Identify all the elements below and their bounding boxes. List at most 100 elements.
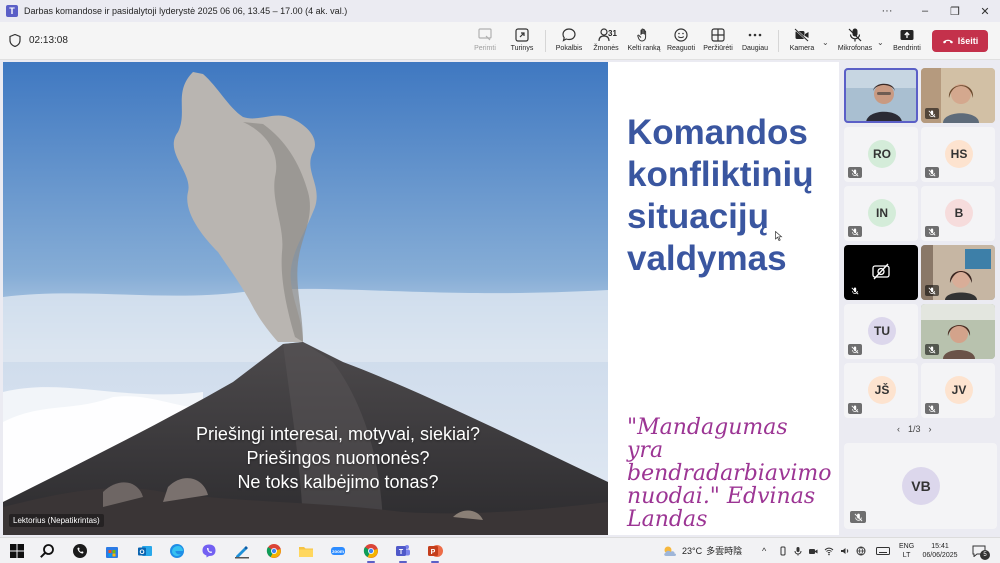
mic-muted-badge xyxy=(925,167,939,178)
taskbar-teams[interactable]: T xyxy=(394,542,412,563)
participant-tile[interactable]: JV xyxy=(921,363,995,418)
toolbar-divider xyxy=(545,30,546,52)
minimize-button[interactable]: – xyxy=(910,0,940,22)
participant-video xyxy=(844,68,918,123)
participant-avatar: RO xyxy=(868,140,896,168)
view-button[interactable]: Peržiūrėti xyxy=(702,25,734,57)
camera-options-chevron-icon[interactable]: ⌄ xyxy=(822,38,829,47)
participant-tile[interactable] xyxy=(921,68,995,123)
taskbar-chrome-1[interactable] xyxy=(265,542,283,560)
participant-tile[interactable]: TU xyxy=(844,304,918,359)
maximize-button[interactable]: ❐ xyxy=(940,0,970,22)
participant-tile[interactable]: JŠ xyxy=(844,363,918,418)
tray-camera-icon[interactable] xyxy=(808,546,818,556)
meeting-timer: 02:13:08 xyxy=(29,35,68,46)
people-label: Žmonės xyxy=(593,45,619,52)
language-code: ENG xyxy=(899,543,915,550)
tray-device-icon[interactable] xyxy=(778,546,788,556)
mic-muted-badge xyxy=(925,108,939,119)
raise-hand-label: Kelti ranką xyxy=(627,45,661,52)
window-more-button[interactable]: ··· xyxy=(872,0,902,22)
mic-muted-icon xyxy=(851,405,859,412)
share-button[interactable]: Bendrinti xyxy=(890,25,924,57)
react-label: Reaguoti xyxy=(666,45,696,52)
meeting-toolbar: 02:13:08 Perimti Turinys Pokalbis Žmonės… xyxy=(0,22,1000,60)
taskbar-search-button[interactable] xyxy=(38,542,56,560)
tray-overflow-caret-icon[interactable]: ^ xyxy=(762,546,766,556)
camera-button[interactable]: Kamera xyxy=(786,25,818,57)
taskbar-chrome-2[interactable] xyxy=(362,542,380,563)
taskbar-whatsapp[interactable] xyxy=(71,542,89,560)
slide-overlay-text: Priešingi interesai, motyvai, siekiai? P… xyxy=(123,422,553,494)
chrome-icon xyxy=(363,544,378,558)
pen-app-icon xyxy=(235,546,249,559)
taskbar-outlook[interactable]: O xyxy=(136,542,154,560)
windows-taskbar: O zoom T P 23°C 多雲時陰 ^ ENG LT 15:41 06/0… xyxy=(0,537,1000,563)
featured-participant-tile[interactable]: VB xyxy=(844,443,997,529)
participant-tile[interactable]: B xyxy=(921,186,995,241)
mic-muted-badge xyxy=(925,403,939,414)
notification-center-button[interactable]: 5 xyxy=(972,544,990,560)
overlay-line: Priešingos nuomonės? xyxy=(246,448,430,468)
tray-mic-icon[interactable] xyxy=(793,546,803,556)
mic-options-chevron-icon[interactable]: ⌄ xyxy=(877,38,884,47)
participant-tile[interactable] xyxy=(921,304,995,359)
more-button[interactable]: Daugiau xyxy=(740,25,770,57)
chat-button[interactable]: Pokalbis xyxy=(554,25,584,57)
taskbar-zoom[interactable]: zoom xyxy=(329,542,347,560)
more-label: Daugiau xyxy=(741,45,769,52)
mic-button[interactable]: Mikrofonas xyxy=(835,25,875,57)
participant-avatar: HS xyxy=(945,140,973,168)
participant-tile[interactable]: RO xyxy=(844,127,918,182)
viber-icon xyxy=(202,544,216,558)
participant-tile[interactable] xyxy=(921,245,995,300)
mic-muted-icon xyxy=(928,110,936,117)
taskbar-edge[interactable] xyxy=(168,542,186,560)
taskbar-powerpoint[interactable]: P xyxy=(426,542,444,563)
pager-prev-button[interactable]: ‹ xyxy=(897,424,900,434)
start-button[interactable] xyxy=(8,542,26,560)
react-button[interactable]: Reaguoti xyxy=(666,25,696,57)
participant-tile[interactable] xyxy=(844,68,918,123)
participant-avatar: TU xyxy=(868,317,896,345)
take-control-label: Perimti xyxy=(474,45,496,52)
taskbar-app-pen[interactable] xyxy=(233,542,251,560)
people-count: 31 xyxy=(608,29,617,38)
mouse-cursor-icon xyxy=(775,231,783,241)
content-button[interactable]: Turinys xyxy=(506,25,538,57)
tray-network-icon[interactable] xyxy=(856,546,866,556)
taskbar-store[interactable] xyxy=(103,542,121,560)
raise-hand-icon xyxy=(637,28,647,42)
leave-button[interactable]: Išeiti xyxy=(932,30,988,52)
mic-muted-icon xyxy=(928,228,936,235)
chrome-icon xyxy=(266,544,281,558)
pager-next-button[interactable]: › xyxy=(929,424,932,434)
whatsapp-icon xyxy=(73,544,87,558)
participant-tile[interactable] xyxy=(844,245,918,300)
tray-wifi-icon[interactable] xyxy=(824,546,834,556)
mic-muted-icon xyxy=(851,287,859,294)
slide-quote-line: "Mandagumas yra xyxy=(627,415,788,463)
taskbar-viber[interactable] xyxy=(200,542,218,560)
window-titlebar: T Darbas komandose ir pasidalytoji lyder… xyxy=(0,0,1000,22)
participants-pager: ‹ 1/3 › xyxy=(897,424,932,434)
raise-hand-button[interactable]: Kelti ranką xyxy=(626,25,662,57)
pager-label: 1/3 xyxy=(908,424,921,434)
participant-tile[interactable]: IN xyxy=(844,186,918,241)
participant-avatar: VB xyxy=(902,467,940,505)
taskbar-clock[interactable]: 15:41 06/06/2025 xyxy=(920,542,960,560)
participant-tile[interactable]: HS xyxy=(921,127,995,182)
tray-volume-icon[interactable] xyxy=(840,546,850,556)
mic-muted-badge xyxy=(925,226,939,237)
svg-text:zoom: zoom xyxy=(332,549,344,554)
slide-quote-line: nuodai." Edvinas xyxy=(627,484,816,509)
close-button[interactable]: ✕ xyxy=(970,0,1000,22)
weather-widget[interactable]: 23°C 多雲時陰 xyxy=(662,544,742,557)
taskbar-file-explorer[interactable] xyxy=(297,542,315,560)
slide-title-line: konfliktinių xyxy=(627,155,814,194)
tray-keyboard-icon[interactable] xyxy=(876,546,890,556)
slide-title-line: situacijų xyxy=(627,197,769,236)
language-indicator[interactable]: ENG LT xyxy=(899,542,914,560)
shared-screen: Priešingi interesai, motyvai, siekiai? P… xyxy=(3,62,839,535)
take-control-button[interactable]: Perimti xyxy=(470,25,500,57)
